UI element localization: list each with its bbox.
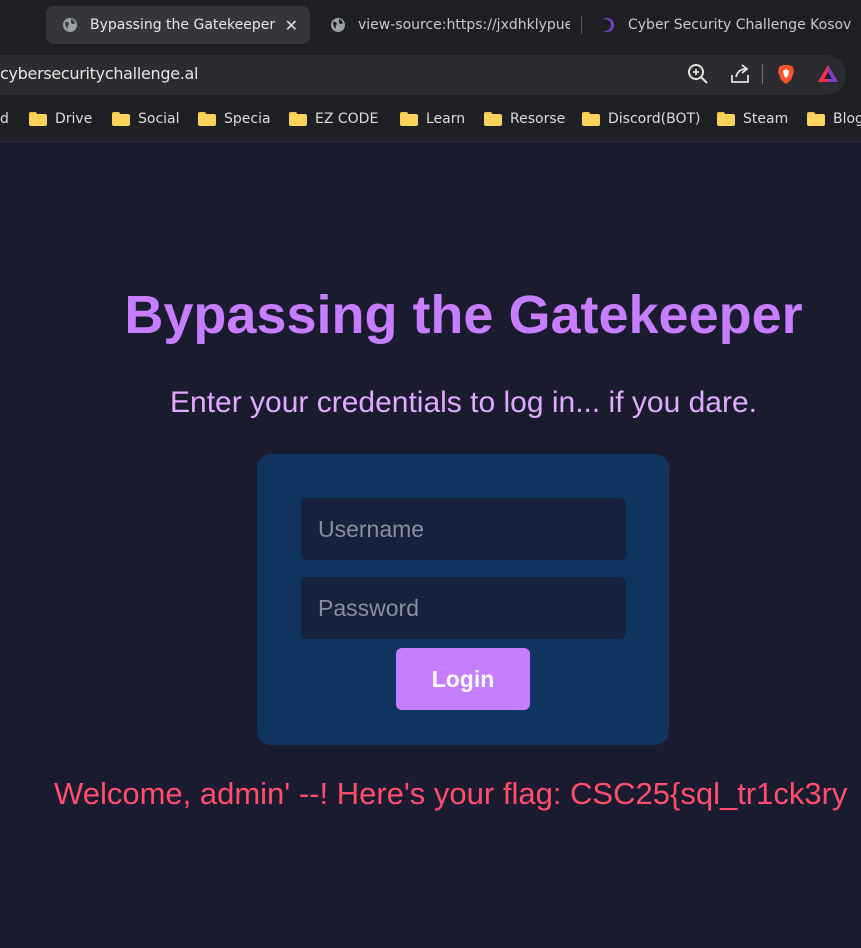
bookmark-folder-resorse[interactable]: Resorse bbox=[484, 109, 565, 129]
bookmark-folder-social[interactable]: Social bbox=[112, 109, 180, 129]
folder-icon bbox=[807, 112, 825, 126]
bookmark-label: Resorse bbox=[510, 111, 566, 127]
bookmark-folder-ez-code[interactable]: EZ CODE bbox=[289, 109, 378, 129]
tab-view-source[interactable]: view-source:https://jxdhklypue- bbox=[314, 6, 570, 44]
tab-title: view-source:https://jxdhklypue- bbox=[358, 17, 570, 33]
bookmark-label: Blog bbox=[833, 111, 861, 127]
bookmark-label: Discord(BOT) bbox=[608, 111, 701, 127]
flag-message: Welcome, admin' --! Here's your flag: CS… bbox=[54, 776, 848, 811]
folder-icon bbox=[717, 112, 735, 126]
bookmark-label: d bbox=[0, 111, 9, 127]
page-subtitle: Enter your credentials to log in... if y… bbox=[170, 386, 757, 419]
tab-title: Cyber Security Challenge Kosov bbox=[628, 17, 852, 33]
close-tab-icon[interactable]: ✕ bbox=[285, 16, 298, 35]
folder-icon bbox=[582, 112, 600, 126]
bookmark-item[interactable]: d bbox=[0, 109, 9, 129]
folder-icon bbox=[29, 112, 47, 126]
bookmark-folder-discord-bot[interactable]: Discord(BOT) bbox=[582, 109, 700, 129]
crescent-icon bbox=[600, 18, 614, 32]
folder-icon bbox=[400, 112, 418, 126]
folder-icon bbox=[112, 112, 130, 126]
bookmark-folder-blog[interactable]: Blog bbox=[807, 109, 861, 129]
brave-shield-icon[interactable] bbox=[775, 63, 797, 85]
bookmark-label: EZ CODE bbox=[315, 111, 379, 127]
brave-rewards-icon[interactable] bbox=[817, 63, 839, 85]
page-title: Bypassing the Gatekeeper bbox=[124, 285, 803, 345]
zoom-icon[interactable] bbox=[687, 63, 709, 85]
bookmark-label: Steam bbox=[743, 111, 789, 127]
tab-separator bbox=[581, 16, 582, 34]
bookmark-label: Learn bbox=[426, 111, 466, 127]
toolbar-separator bbox=[762, 64, 763, 84]
login-button[interactable]: Login bbox=[396, 648, 530, 710]
tab-bypassing-gatekeeper[interactable]: Bypassing the Gatekeeper ✕ bbox=[46, 6, 310, 44]
folder-icon bbox=[198, 112, 216, 126]
bookmark-label: Social bbox=[138, 111, 180, 127]
folder-icon bbox=[484, 112, 502, 126]
bookmark-label: Drive bbox=[55, 111, 93, 127]
password-input[interactable] bbox=[301, 577, 626, 639]
bookmark-label: Specia bbox=[224, 111, 271, 127]
tab-title: Bypassing the Gatekeeper bbox=[90, 17, 276, 33]
bookmark-folder-learn[interactable]: Learn bbox=[400, 109, 465, 129]
tab-cyber-security-challenge[interactable]: Cyber Security Challenge Kosov bbox=[584, 6, 861, 44]
address-url[interactable]: cybersecuritychallenge.al bbox=[0, 64, 198, 83]
bookmark-folder-specia[interactable]: Specia bbox=[198, 109, 271, 129]
share-icon[interactable] bbox=[729, 63, 751, 85]
bookmark-folder-drive[interactable]: Drive bbox=[29, 109, 92, 129]
globe-icon bbox=[331, 18, 345, 32]
globe-icon bbox=[63, 18, 77, 32]
folder-icon bbox=[289, 112, 307, 126]
username-input[interactable] bbox=[301, 498, 626, 560]
bookmark-folder-steam[interactable]: Steam bbox=[717, 109, 788, 129]
